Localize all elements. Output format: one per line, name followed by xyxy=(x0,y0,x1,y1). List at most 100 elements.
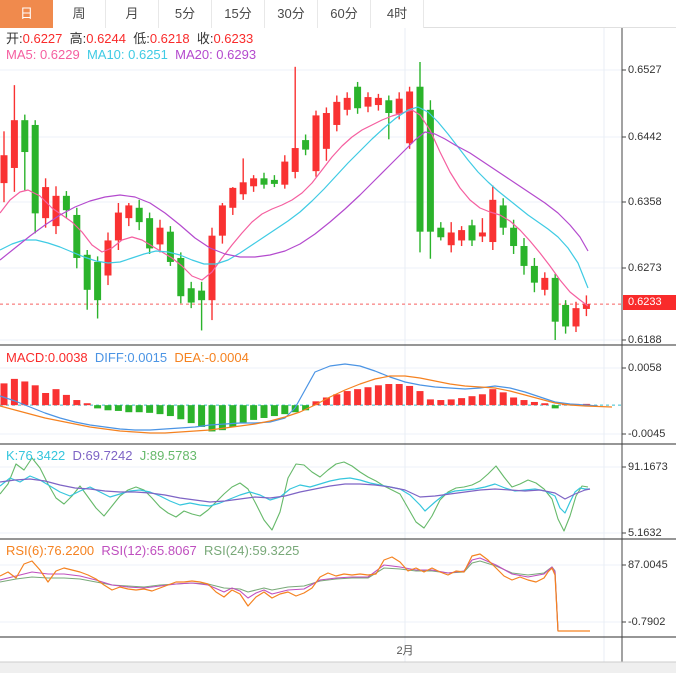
macd-bar xyxy=(469,396,476,405)
legend-item: D:69.7242 xyxy=(65,448,132,463)
legend-macd: MACD:0.0038 DIFF:0.0015 DEA:-0.0004 xyxy=(6,350,249,365)
y-axis-label: 91.1673 xyxy=(628,461,668,473)
macd-bar xyxy=(489,389,496,405)
macd-bar xyxy=(198,405,205,427)
candle-body xyxy=(333,102,340,125)
candle-body xyxy=(354,87,361,109)
candle-body xyxy=(292,148,299,172)
macd-bar xyxy=(63,395,70,405)
candle-body xyxy=(11,120,18,168)
macd-bar xyxy=(105,405,112,410)
candle-body xyxy=(458,230,465,240)
macd-bar xyxy=(271,405,278,416)
macd-bar xyxy=(521,400,528,405)
bottom-strip xyxy=(0,662,676,673)
macd-bar xyxy=(552,405,559,408)
candle-body xyxy=(73,215,80,258)
candle-body xyxy=(344,98,351,110)
candle-body xyxy=(105,240,112,275)
candle-body xyxy=(562,305,569,327)
candle-body xyxy=(32,125,39,213)
candle-body xyxy=(531,266,538,283)
legend-item: RSI(6):76.2200 xyxy=(6,543,94,558)
candle-body xyxy=(188,288,195,302)
macd-bar xyxy=(396,384,403,405)
y-axis-label: -0.7902 xyxy=(628,616,665,628)
current-price-tag: 0.6233 xyxy=(623,295,676,310)
macd-bar xyxy=(531,402,538,405)
macd-bar xyxy=(73,400,80,405)
rsi6-line xyxy=(0,554,590,631)
legend-rsi: RSI(6):76.2200 RSI(12):65.8067 RSI(24):5… xyxy=(6,543,299,558)
legend-item: DIFF:0.0015 xyxy=(88,350,167,365)
legend-item: 0.6244 xyxy=(86,31,126,46)
macd-bar xyxy=(541,403,548,405)
candle-body xyxy=(323,113,330,149)
y-axis-label: 5.1632 xyxy=(628,527,662,539)
macd-bar xyxy=(188,405,195,423)
y-axis-label: 0.6442 xyxy=(628,131,662,143)
candle-body xyxy=(250,178,257,186)
legend-ma: MA5: 0.6229 MA10: 0.6251 MA20: 0.6293 xyxy=(6,47,256,62)
y-axis-label: 0.6358 xyxy=(628,196,662,208)
candle-body xyxy=(448,232,455,245)
candle-body xyxy=(219,205,226,235)
macd-bar xyxy=(32,385,39,405)
y-axis-label: 0.6273 xyxy=(628,262,662,274)
y-axis-label: 0.0058 xyxy=(628,362,662,374)
legend-item: DEA:-0.0004 xyxy=(167,350,249,365)
legend-item: J:89.5783 xyxy=(133,448,197,463)
macd-bar xyxy=(375,385,382,405)
legend-item: MA10: 0.6251 xyxy=(80,47,168,62)
legend-item: 0.6233 xyxy=(213,31,253,46)
legend-item: RSI(12):65.8067 xyxy=(94,543,197,558)
diff-line xyxy=(0,364,598,430)
candle-body xyxy=(198,291,205,301)
candle-body xyxy=(125,205,132,218)
macd-bar xyxy=(21,381,28,405)
macd-bar xyxy=(42,393,49,405)
macd-bar xyxy=(427,399,434,405)
macd-bar xyxy=(344,391,351,405)
candle-body xyxy=(136,208,143,222)
candle-body xyxy=(313,115,320,171)
legend-item: 0.6227 xyxy=(23,31,63,46)
y-axis-label: 87.0045 xyxy=(628,559,668,571)
y-axis-label: 0.6527 xyxy=(628,64,662,76)
candle-body xyxy=(385,100,392,113)
macd-bar xyxy=(125,405,132,412)
macd-bar xyxy=(479,394,486,405)
macd-bar xyxy=(250,405,257,420)
macd-bar xyxy=(365,387,372,405)
macd-bar xyxy=(500,392,507,405)
macd-bar xyxy=(167,405,174,416)
candle-body xyxy=(115,213,122,241)
macd-bar xyxy=(354,389,361,405)
candle-body xyxy=(469,225,476,240)
macd-bar xyxy=(84,403,91,405)
legend-item: 开: xyxy=(6,31,23,46)
chart-canvas[interactable] xyxy=(0,0,676,673)
macd-bar xyxy=(136,405,143,412)
macd-bar xyxy=(437,400,444,405)
candle-body xyxy=(521,246,528,266)
macd-bar xyxy=(94,405,101,408)
candle-body xyxy=(157,228,164,245)
legend-item: K:76.3422 xyxy=(6,448,65,463)
macd-bar xyxy=(115,405,122,411)
macd-bar xyxy=(406,386,413,405)
legend-item: MACD:0.0038 xyxy=(6,350,88,365)
macd-bar xyxy=(448,399,455,405)
macd-bar xyxy=(333,394,340,405)
candle-body xyxy=(63,196,70,210)
x-axis-month-label: 2月 xyxy=(385,642,425,658)
legend-item: 高: xyxy=(62,31,86,46)
candle-body xyxy=(365,97,372,107)
candle-body xyxy=(281,162,288,185)
candle-body xyxy=(406,92,413,144)
candle-body xyxy=(489,200,496,242)
candle-body xyxy=(271,180,278,184)
macd-bar xyxy=(261,405,268,418)
candle-body xyxy=(552,278,559,322)
candle-body xyxy=(437,228,444,238)
